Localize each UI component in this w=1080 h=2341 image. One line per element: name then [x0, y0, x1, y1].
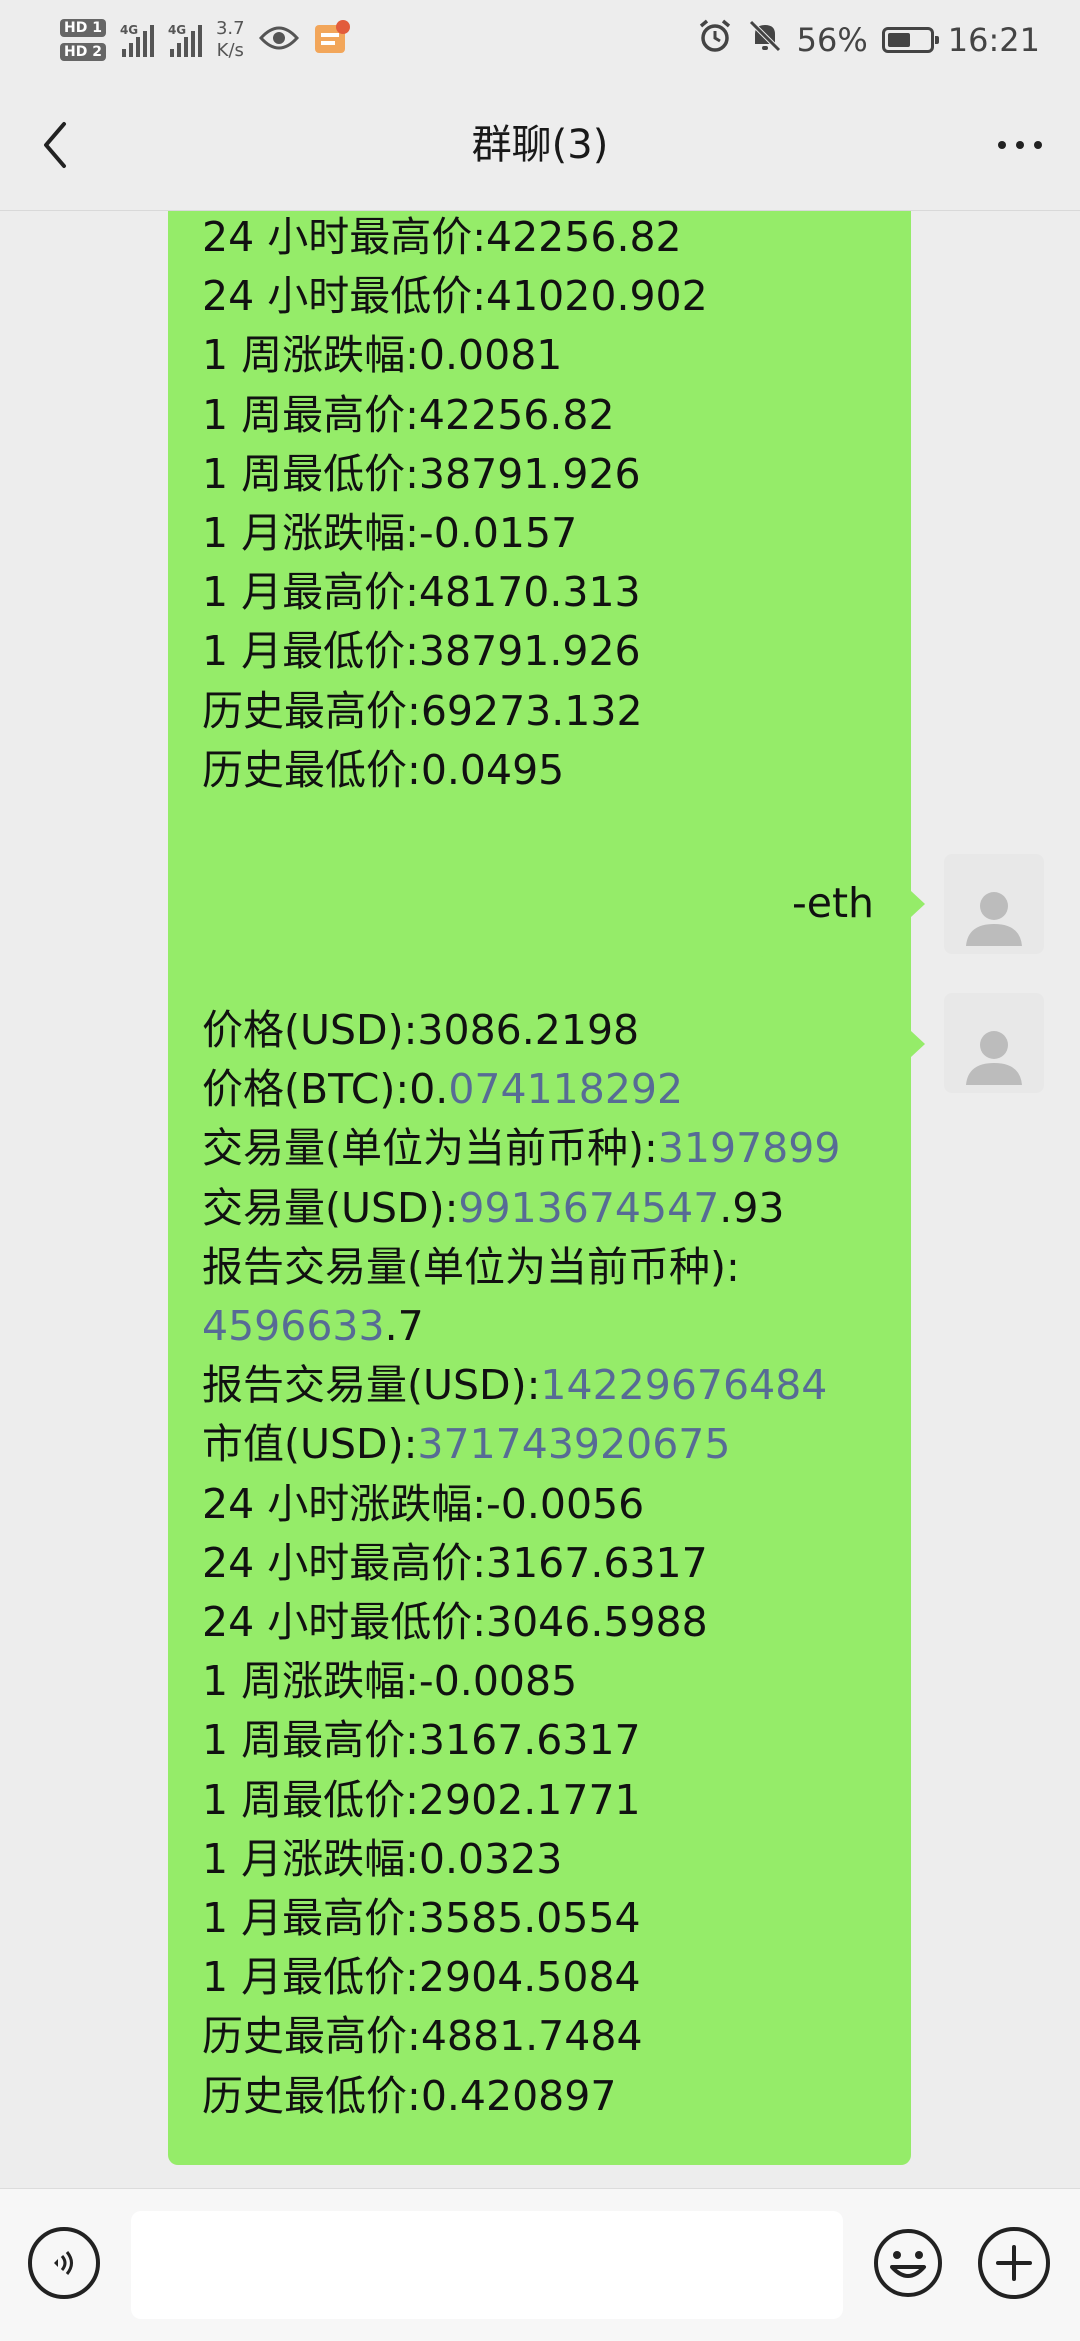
stat-line: 1 周最高价:42256.82 [202, 390, 615, 439]
number-link[interactable]: 9913674547 [458, 1184, 719, 1232]
stat-line: 1 周涨跌幅:0.0081 [202, 331, 563, 380]
avatar[interactable] [944, 993, 1044, 1093]
sim1-signal-icon: 4G [120, 23, 154, 57]
stat-line: 1 周最低价:38791.926 [202, 449, 641, 498]
stat-label: 价格(BTC):0. [202, 1065, 449, 1114]
nav-bar: 群聊(3) [0, 80, 1080, 211]
stat-label: 报告交易量(USD): [202, 1361, 541, 1410]
stat-line: 1 月最低价:2904.5084 [202, 1953, 641, 2002]
emoji-icon [874, 2229, 942, 2297]
hd-badges: HD 1 HD 2 [60, 19, 106, 61]
chat-title: 群聊(3) [471, 122, 609, 168]
sim2-label: 4G [167, 23, 187, 37]
sim1-label: 4G [119, 23, 139, 37]
stat-suffix: .93 [719, 1183, 785, 1232]
more-functions-button[interactable] [978, 2227, 1050, 2299]
stat-line: 历史最高价:69273.132 [202, 686, 643, 735]
stat-line: 历史最高价:4881.7484 [202, 2012, 643, 2061]
stat-line: 价格(USD):3086.2198 [202, 1006, 640, 1054]
stat-line: 历史最低价:0.420897 [202, 2071, 617, 2120]
voice-icon [54, 2251, 73, 2275]
stat-line: 市值(USD):371743920675 [202, 1415, 877, 1474]
net-speed: 3.7 K/s [216, 18, 245, 62]
more-options-button[interactable] [980, 110, 1060, 180]
default-avatar-icon [966, 1031, 1022, 1085]
avatar[interactable] [944, 854, 1044, 954]
stat-line: 交易量(USD):9913674547.93 [202, 1179, 877, 1238]
stat-label: 交易量(单位为当前币种): [202, 1124, 658, 1173]
message-bubble-command[interactable]: -eth [755, 851, 911, 957]
stat-suffix: .7 [384, 1302, 424, 1351]
back-button[interactable] [20, 110, 90, 180]
status-right: 56% 16:21 [697, 10, 1040, 70]
stat-line: 24 小时涨跌幅:-0.0056 [202, 1479, 645, 1528]
voice-button[interactable] [28, 2227, 100, 2299]
sim2-signal-icon: 4G [168, 23, 202, 57]
number-link[interactable]: 371743920675 [417, 1420, 730, 1468]
app-notification-icon [313, 19, 351, 61]
eye-icon [258, 24, 299, 56]
stat-line: 1 月涨跌幅:-0.0157 [202, 509, 578, 558]
stat-line: 1 月最高价:48170.313 [202, 568, 641, 617]
stat-line: 24 小时最高价:3167.6317 [202, 1538, 708, 1587]
number-link[interactable]: 074118292 [448, 1065, 683, 1113]
bubble-tail [911, 891, 925, 917]
mute-icon [747, 18, 783, 62]
emoji-button[interactable] [872, 2227, 944, 2299]
stat-line: 交易量(单位为当前币种):3197899 [202, 1119, 877, 1178]
battery-fill [887, 33, 910, 47]
clock: 16:21 [947, 21, 1040, 59]
stat-line: 1 周最高价:3167.6317 [202, 1716, 641, 1765]
more-dot-icon [1016, 141, 1024, 149]
stat-line: 24 小时最低价:3046.5988 [202, 1598, 708, 1647]
number-link[interactable]: 3197899 [658, 1124, 841, 1172]
back-arrow-icon [44, 122, 66, 168]
stat-label: 交易量(USD): [202, 1183, 459, 1232]
number-link[interactable]: 4596633 [202, 1302, 385, 1350]
message-input[interactable] [131, 2211, 843, 2319]
hd1-badge: HD 1 [60, 19, 106, 37]
net-speed-unit: K/s [216, 40, 244, 61]
alarm-icon [697, 18, 733, 62]
status-bar: HD 1 HD 2 4G 4G 3.7 K/s 56% 16:21 [0, 0, 1080, 80]
stat-line: 24 小时最低价:41020.902 [202, 272, 708, 321]
stat-line: 1 月涨跌幅:0.0323 [202, 1834, 563, 1883]
stat-line: 报告交易量(单位为当前币种): [202, 1242, 740, 1291]
hd2-badge: HD 2 [60, 43, 106, 61]
number-link[interactable]: 14229676484 [540, 1361, 827, 1409]
stat-line: 历史最低价:0.0495 [202, 745, 565, 794]
bubble-tail [911, 1031, 925, 1057]
input-bar [0, 2188, 1080, 2341]
stat-line: 报告交易量(USD):14229676484 [202, 1356, 877, 1415]
stat-line: 1 月最低价:38791.926 [202, 627, 641, 676]
stat-line: 1 月最高价:3585.0554 [202, 1894, 641, 1943]
battery-icon [881, 27, 939, 53]
net-speed-value: 3.7 [215, 18, 245, 39]
stat-line: 1 周最低价:2902.1771 [202, 1775, 641, 1824]
status-left: HD 1 HD 2 4G 4G 3.7 K/s [60, 10, 351, 70]
stat-line: 24 小时最高价:42256.82 [202, 213, 682, 261]
command-text: -eth [791, 879, 875, 928]
message-bubble-eth-stats[interactable]: 价格(USD):3086.2198 价格(BTC):0.074118292 交易… [168, 991, 911, 2165]
stat-line: 价格(BTC):0.074118292 [202, 1060, 877, 1119]
stat-label: 市值(USD): [202, 1420, 418, 1469]
default-avatar-icon [966, 892, 1022, 946]
more-dot-icon [998, 141, 1006, 149]
plus-icon [996, 2245, 1032, 2281]
battery-percent: 56% [796, 21, 868, 59]
chat-messages[interactable]: 24 小时最高价:42256.82 24 小时最低价:41020.902 1 周… [0, 211, 1080, 2188]
stat-line: 4596633.7 [202, 1297, 877, 1356]
more-dot-icon [1034, 141, 1042, 149]
stat-line: 1 周涨跌幅:-0.0085 [202, 1657, 578, 1706]
